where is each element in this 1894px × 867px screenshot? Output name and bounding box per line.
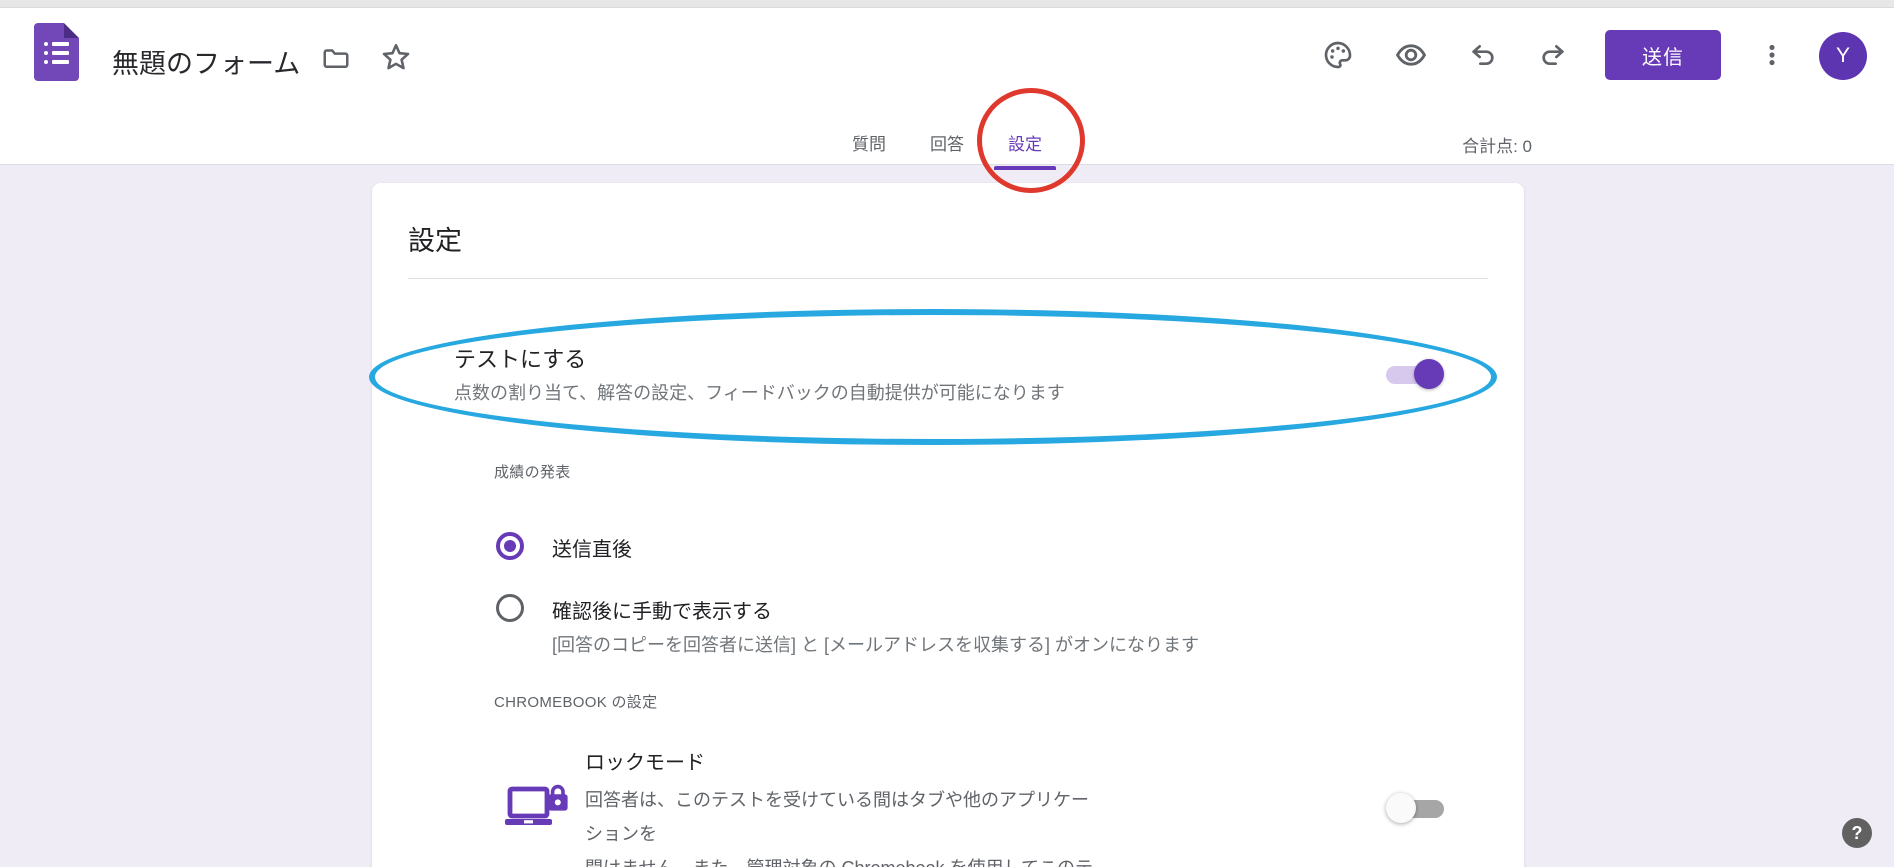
app-header: 無題のフォーム	[0, 8, 1894, 165]
logo-fold	[64, 23, 79, 38]
active-tab-underline	[994, 166, 1056, 170]
lock-desc-line2: 開けません。また、管理対象の Chromebook を使用してこのテストを受	[585, 851, 1095, 867]
radio-release-immediately[interactable]	[496, 532, 524, 560]
heading-divider	[408, 278, 1488, 279]
lock-desc-line1: 回答者は、このテストを受けている間はタブや他のアプリケーションを	[585, 783, 1095, 851]
star-button[interactable]	[372, 34, 420, 82]
browser-top-strip	[0, 0, 1894, 8]
radio-release-manual-description: [回答のコピーを回答者に送信] と [メールアドレスを収集する] がオンになりま…	[552, 631, 1199, 657]
lock-mode-description: 回答者は、このテストを受けている間はタブや他のアプリケーションを 開けません。ま…	[585, 783, 1095, 867]
chromebook-section-label: CHROMEBOOK の設定	[494, 691, 657, 712]
folder-icon	[321, 43, 351, 73]
send-button[interactable]: 送信	[1605, 30, 1721, 80]
radio-release-manual-label[interactable]: 確認後に手動で表示する	[552, 595, 772, 624]
quiz-toggle-title: テストにする	[454, 342, 586, 374]
settings-card: 設定 テストにする 点数の割り当て、解答の設定、フィードバックの自動提供が可能に…	[372, 183, 1524, 867]
move-to-folder-button[interactable]	[314, 36, 358, 80]
more-options-button[interactable]	[1752, 33, 1792, 77]
tab-bar: 質問 回答 設定	[830, 120, 1064, 173]
quiz-toggle-description: 点数の割り当て、解答の設定、フィードバックの自動提供が可能になります	[454, 379, 1065, 405]
help-button[interactable]: ?	[1842, 818, 1872, 848]
toggle-thumb	[1414, 359, 1444, 389]
quiz-toggle-switch[interactable]	[1386, 359, 1444, 390]
logo-list-lines	[44, 42, 69, 69]
star-icon	[379, 41, 413, 75]
redo-button[interactable]	[1529, 33, 1577, 77]
grades-section-label: 成績の発表	[494, 461, 571, 482]
kebab-menu-icon	[1758, 41, 1786, 69]
preview-eye-icon	[1394, 38, 1428, 72]
lock-mode-title: ロックモード	[585, 746, 705, 775]
tab-questions[interactable]: 質問	[830, 120, 908, 173]
tab-settings-label: 設定	[1008, 130, 1042, 155]
undo-icon	[1467, 39, 1499, 71]
google-forms-settings-page: 無題のフォーム	[0, 0, 1894, 867]
palette-icon	[1322, 39, 1354, 71]
laptop-lock-icon	[505, 781, 571, 838]
account-avatar[interactable]: Y	[1819, 32, 1867, 80]
undo-button[interactable]	[1459, 33, 1507, 77]
lock-mode-toggle-switch[interactable]	[1386, 793, 1444, 824]
total-points: 合計点: 0	[1462, 132, 1532, 157]
toggle-thumb	[1386, 793, 1416, 823]
redo-icon	[1537, 39, 1569, 71]
tab-settings[interactable]: 設定	[986, 120, 1064, 173]
forms-logo-icon[interactable]	[34, 23, 79, 81]
settings-heading: 設定	[408, 219, 462, 258]
tab-responses[interactable]: 回答	[908, 120, 986, 173]
radio-release-immediately-label[interactable]: 送信直後	[552, 533, 632, 562]
radio-release-manual[interactable]	[496, 594, 524, 622]
customize-theme-button[interactable]	[1314, 33, 1362, 77]
preview-button[interactable]	[1387, 33, 1435, 77]
form-title[interactable]: 無題のフォーム	[112, 42, 300, 81]
